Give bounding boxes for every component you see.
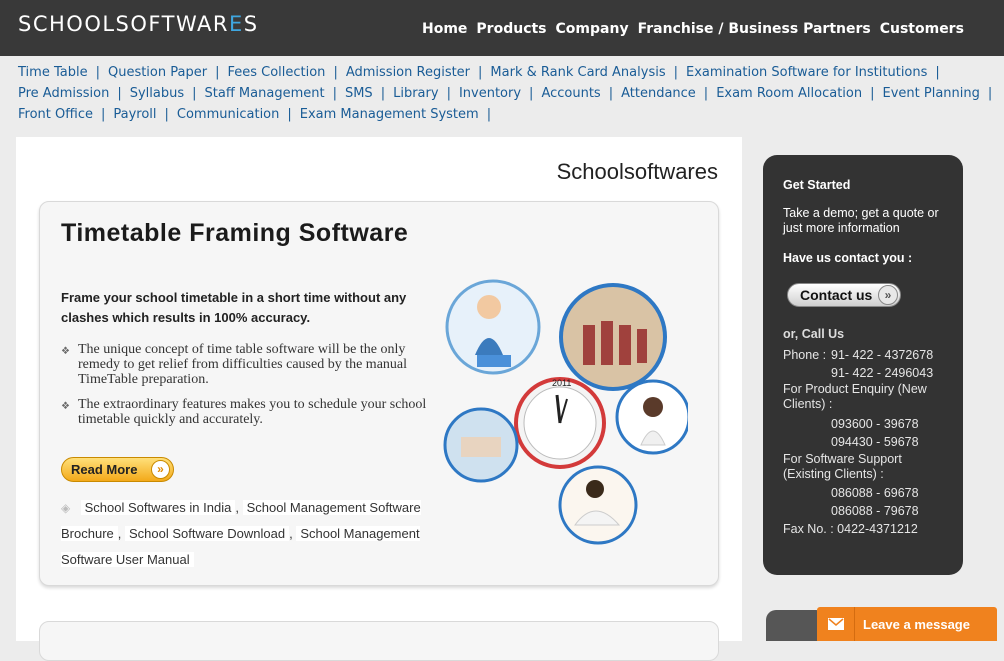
support-number-1: 086088 - 69678 [831, 486, 919, 500]
phone-label: Phone : [783, 348, 827, 362]
leave-message-button[interactable]: Leave a message [817, 607, 997, 641]
timetable-illustration: 2011 [443, 279, 688, 545]
separator: | [333, 65, 338, 80]
link-pre-admission[interactable]: Pre Admission [18, 86, 109, 101]
nav-customers[interactable]: Customers [880, 21, 964, 37]
nav-products[interactable]: Products [476, 21, 546, 37]
nav-company[interactable]: Company [556, 21, 629, 37]
product-links-row-3: Front Office | Payroll | Communication | Exam … [18, 104, 998, 125]
main-nav: Home Products Company Franchise / Busine… [422, 21, 964, 37]
nav-franchise[interactable]: Franchise / Business Partners [638, 21, 871, 37]
feature-text: The extraordinary features makes you to … [78, 397, 427, 427]
link-event-planning[interactable]: Event Planning [883, 86, 980, 101]
link-mark-rank-card[interactable]: Mark & Rank Card Analysis [490, 65, 665, 80]
tag-link[interactable]: School Software Download [124, 526, 290, 541]
separator: | [703, 86, 709, 101]
link-payroll[interactable]: Payroll [113, 107, 156, 122]
list-item: ❖ The extraordinary features makes you t… [61, 397, 436, 427]
enquiry-number-2: 094430 - 59678 [831, 435, 919, 449]
separator: | [870, 86, 875, 101]
logo-text-end: S [243, 12, 259, 36]
link-sms[interactable]: SMS [345, 86, 373, 101]
separator: | [215, 65, 220, 80]
clock-year: 2011 [552, 378, 571, 388]
support-label: For Software Support (Existing Clients) … [783, 452, 902, 481]
link-front-office[interactable]: Front Office [18, 107, 93, 122]
link-inventory[interactable]: Inventory [459, 86, 521, 101]
nav-home[interactable]: Home [422, 21, 467, 37]
support-number-2: 086088 - 79678 [831, 504, 919, 518]
site-logo[interactable]: SCHOOLSOFTWARES [18, 12, 259, 36]
separator: | [935, 65, 940, 80]
separator: | [332, 86, 337, 101]
site-name-heading: Schoolsoftwares [556, 159, 718, 184]
link-syllabus[interactable]: Syllabus [130, 86, 184, 101]
feature-text: The unique concept of time table softwar… [78, 342, 408, 387]
have-us-contact-text: Have us contact you : [783, 251, 913, 265]
read-more-label: Read More [71, 462, 138, 477]
separator: | [380, 86, 386, 101]
product-title: Timetable Framing Software [61, 219, 409, 247]
link-admission-register[interactable]: Admission Register [346, 65, 470, 80]
reading-student-photo [558, 465, 638, 545]
separator: | [287, 107, 292, 122]
separator: | [608, 86, 614, 101]
link-fees-collection[interactable]: Fees Collection [227, 65, 325, 80]
leave-message-label: Leave a message [863, 616, 970, 632]
link-accounts[interactable]: Accounts [541, 86, 600, 101]
contact-us-label: Contact us [800, 287, 873, 303]
top-header: SCHOOLSOFTWARES Home Products Company Fr… [0, 0, 1004, 56]
main-content: Schoolsoftwares Timetable Framing Softwa… [16, 137, 742, 661]
product-links-row-1: Time Table | Question Paper | Fees Collectio… [18, 62, 998, 83]
tag-link[interactable]: School Softwares in India [80, 500, 236, 515]
separator: | [192, 86, 197, 101]
logo-text-main: SCHOOLSOFTWAR [18, 12, 230, 36]
fax-number: Fax No. : 0422-4371212 [783, 522, 918, 536]
double-chevron-right-icon: » [878, 285, 898, 305]
enquiry-number-1: 093600 - 39678 [831, 417, 919, 431]
take-demo-text: Take a demo; get a quote or just more in… [783, 206, 939, 235]
contact-us-button[interactable]: Contact us » [787, 283, 901, 307]
link-staff-management[interactable]: Staff Management [205, 86, 325, 101]
get-started-heading: Get Started [783, 178, 851, 192]
separator: | [486, 107, 492, 122]
phone-number-2: 91- 422 - 2496043 [831, 366, 934, 380]
product-intro: Frame your school timetable in a short t… [61, 290, 407, 325]
link-time-table[interactable]: Time Table [18, 65, 88, 80]
separator: | [100, 107, 106, 122]
link-exam-room-allocation[interactable]: Exam Room Allocation [716, 86, 862, 101]
tag-list: ◈ School Softwares in India, School Mana… [61, 495, 436, 573]
product-links: Time Table | Question Paper | Fees Collectio… [18, 62, 998, 125]
separator: | [95, 65, 100, 80]
enquiry-label: For Product Enquiry (New Clients) : [783, 382, 927, 411]
envelope-icon [817, 607, 855, 641]
separator: | [117, 86, 122, 101]
product-links-row-2: Pre Admission | Syllabus | Staff Management |… [18, 83, 998, 104]
logo-text-accent: E [229, 12, 244, 36]
link-library[interactable]: Library [393, 86, 438, 101]
link-communication[interactable]: Communication [177, 107, 279, 122]
contact-sidebar: Get Started Take a demo; get a quote or … [763, 155, 963, 575]
separator: | [673, 65, 678, 80]
phone-number-1: 91- 422 - 4372678 [831, 348, 934, 362]
separator: | [478, 65, 483, 80]
tag-icon: ◈ [61, 501, 71, 515]
diamond-bullet-icon: ❖ [61, 401, 70, 412]
read-more-button[interactable]: Read More » [61, 457, 174, 482]
feature-list: ❖ The unique concept of time table softw… [61, 342, 436, 437]
link-exam-management-system[interactable]: Exam Management System [300, 107, 479, 122]
link-examination-software[interactable]: Examination Software for Institutions [686, 65, 927, 80]
or-call-us-heading: or, Call Us [783, 327, 845, 341]
separator: | [446, 86, 451, 101]
product-card: Timetable Framing Software Frame your sc… [39, 201, 719, 586]
separator: | [529, 86, 534, 101]
separator: | [164, 107, 169, 122]
link-question-paper[interactable]: Question Paper [108, 65, 207, 80]
next-product-card [39, 621, 719, 661]
separator: | [987, 86, 993, 101]
diamond-bullet-icon: ❖ [61, 346, 70, 357]
double-chevron-right-icon: » [151, 460, 170, 479]
list-item: ❖ The unique concept of time table softw… [61, 342, 436, 387]
link-attendance[interactable]: Attendance [621, 86, 696, 101]
